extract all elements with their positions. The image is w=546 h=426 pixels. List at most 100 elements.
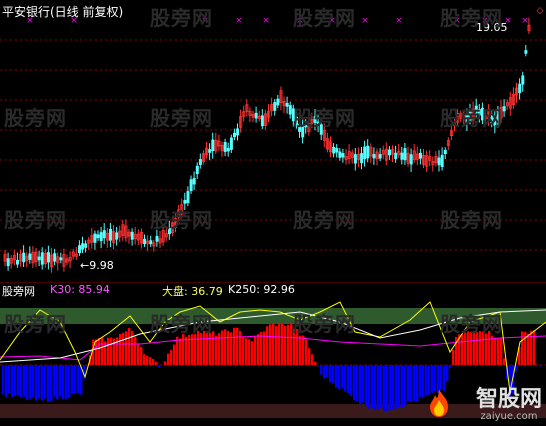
candle-body — [335, 148, 339, 153]
histogram-bar — [422, 365, 425, 398]
histogram-bar — [332, 365, 335, 384]
watermark: 股旁网 — [293, 208, 356, 232]
candle-body — [254, 112, 258, 119]
histogram-bar — [374, 365, 377, 411]
histogram-bar — [53, 365, 56, 397]
histogram-bar — [362, 365, 365, 403]
candle-body — [360, 153, 364, 164]
histogram-bar — [464, 332, 467, 365]
histogram-bar — [182, 333, 185, 365]
low-price-label: ←9.98 — [80, 259, 114, 272]
indicator-panel[interactable]: 股旁网 K30: 85.94 大盘: 36.79 K250: 92.96 股旁网… — [0, 282, 546, 426]
candle-body — [96, 234, 100, 239]
histogram-bar — [377, 365, 380, 410]
histogram-bar — [38, 365, 41, 399]
histogram-bar — [143, 354, 146, 365]
histogram-bar — [521, 331, 524, 365]
histogram-bar — [368, 365, 371, 409]
histogram-bar — [305, 339, 308, 365]
histogram-bar — [527, 333, 530, 365]
histogram-bar — [395, 365, 398, 409]
histogram-bar — [308, 348, 311, 365]
candle-body — [84, 243, 88, 248]
candle-body — [93, 233, 97, 243]
candle-body — [260, 115, 264, 127]
candle-body — [59, 257, 63, 261]
candle-body — [223, 142, 227, 152]
histogram-bar — [170, 350, 173, 365]
histogram-bar — [44, 365, 47, 399]
signal-marker: × — [235, 16, 243, 26]
candle-body — [418, 152, 422, 159]
candle-body — [366, 145, 370, 159]
candle-body — [40, 252, 44, 265]
signal-marker: × — [262, 16, 270, 26]
histogram-bar — [176, 336, 179, 365]
candle-body — [353, 154, 357, 164]
histogram-bar — [335, 365, 338, 388]
candle-body — [155, 236, 159, 242]
histogram-bar — [248, 339, 251, 365]
candle-body — [115, 232, 119, 240]
candle-body — [341, 153, 345, 158]
histogram-bar — [416, 365, 419, 402]
histogram-bar — [476, 332, 479, 365]
histogram-bar — [227, 331, 230, 365]
candle-body — [28, 253, 32, 260]
histogram-bar — [155, 361, 158, 365]
histogram-bar — [134, 336, 137, 365]
histogram-bar — [164, 361, 167, 365]
candle-body — [502, 106, 506, 112]
candle-body — [99, 232, 103, 241]
candle-body — [229, 137, 233, 150]
histogram-bar — [200, 333, 203, 365]
histogram-bar — [242, 336, 245, 365]
histogram-bar — [386, 365, 389, 412]
candle-body — [236, 128, 240, 136]
histogram-bar — [56, 365, 59, 400]
histogram-bar — [71, 365, 74, 395]
candle-body — [149, 240, 153, 245]
watermark: 股旁网 — [150, 208, 213, 232]
watermark: 股旁网 — [150, 106, 213, 130]
histogram-bar — [446, 365, 449, 382]
watermark: 股旁网 — [4, 312, 67, 336]
histogram-bar — [452, 349, 455, 365]
candle-body — [394, 152, 398, 160]
brand-flame-icon — [430, 389, 448, 417]
price-chart: × × × × × × × × × × × × × ×◇ — [0, 6, 546, 273]
histogram-bar — [494, 337, 497, 365]
histogram-bar — [461, 334, 464, 365]
price-chart-panel[interactable]: × × × × × × × × × × × × × × ◇ 平安银行(日线 前复权) 19.05 ←9.98… — [0, 0, 546, 282]
candle-body — [276, 98, 280, 106]
histogram-bar — [539, 365, 542, 367]
histogram-bar — [239, 330, 242, 365]
watermark: 股旁网 — [440, 106, 503, 130]
k250-label: K250: 92.96 — [228, 283, 295, 296]
histogram-bar — [269, 324, 272, 365]
histogram-bar — [311, 354, 314, 365]
candle-body — [53, 253, 57, 262]
histogram-bar — [152, 359, 155, 365]
histogram-bar — [209, 332, 212, 365]
candle-body — [143, 238, 147, 245]
histogram-bar — [266, 326, 269, 365]
brand-logo: 智股网 zaiyue.com — [475, 387, 542, 422]
candle-body — [521, 75, 525, 85]
histogram-bar — [5, 365, 8, 398]
histogram-bar — [413, 365, 416, 402]
histogram-bar — [317, 365, 320, 367]
candle-body — [192, 178, 196, 185]
histogram-bar — [533, 330, 536, 365]
histogram-bar — [17, 365, 20, 396]
candle-body — [81, 243, 85, 250]
histogram-bar — [251, 341, 254, 365]
histogram-bar — [173, 344, 176, 365]
signal-marker: ◇ — [537, 6, 544, 16]
histogram-bar — [281, 322, 284, 365]
histogram-bar — [98, 338, 101, 365]
histogram-bar — [224, 329, 227, 365]
histogram-bar — [356, 365, 359, 402]
histogram-bar — [389, 365, 392, 411]
histogram-bar — [74, 365, 77, 394]
